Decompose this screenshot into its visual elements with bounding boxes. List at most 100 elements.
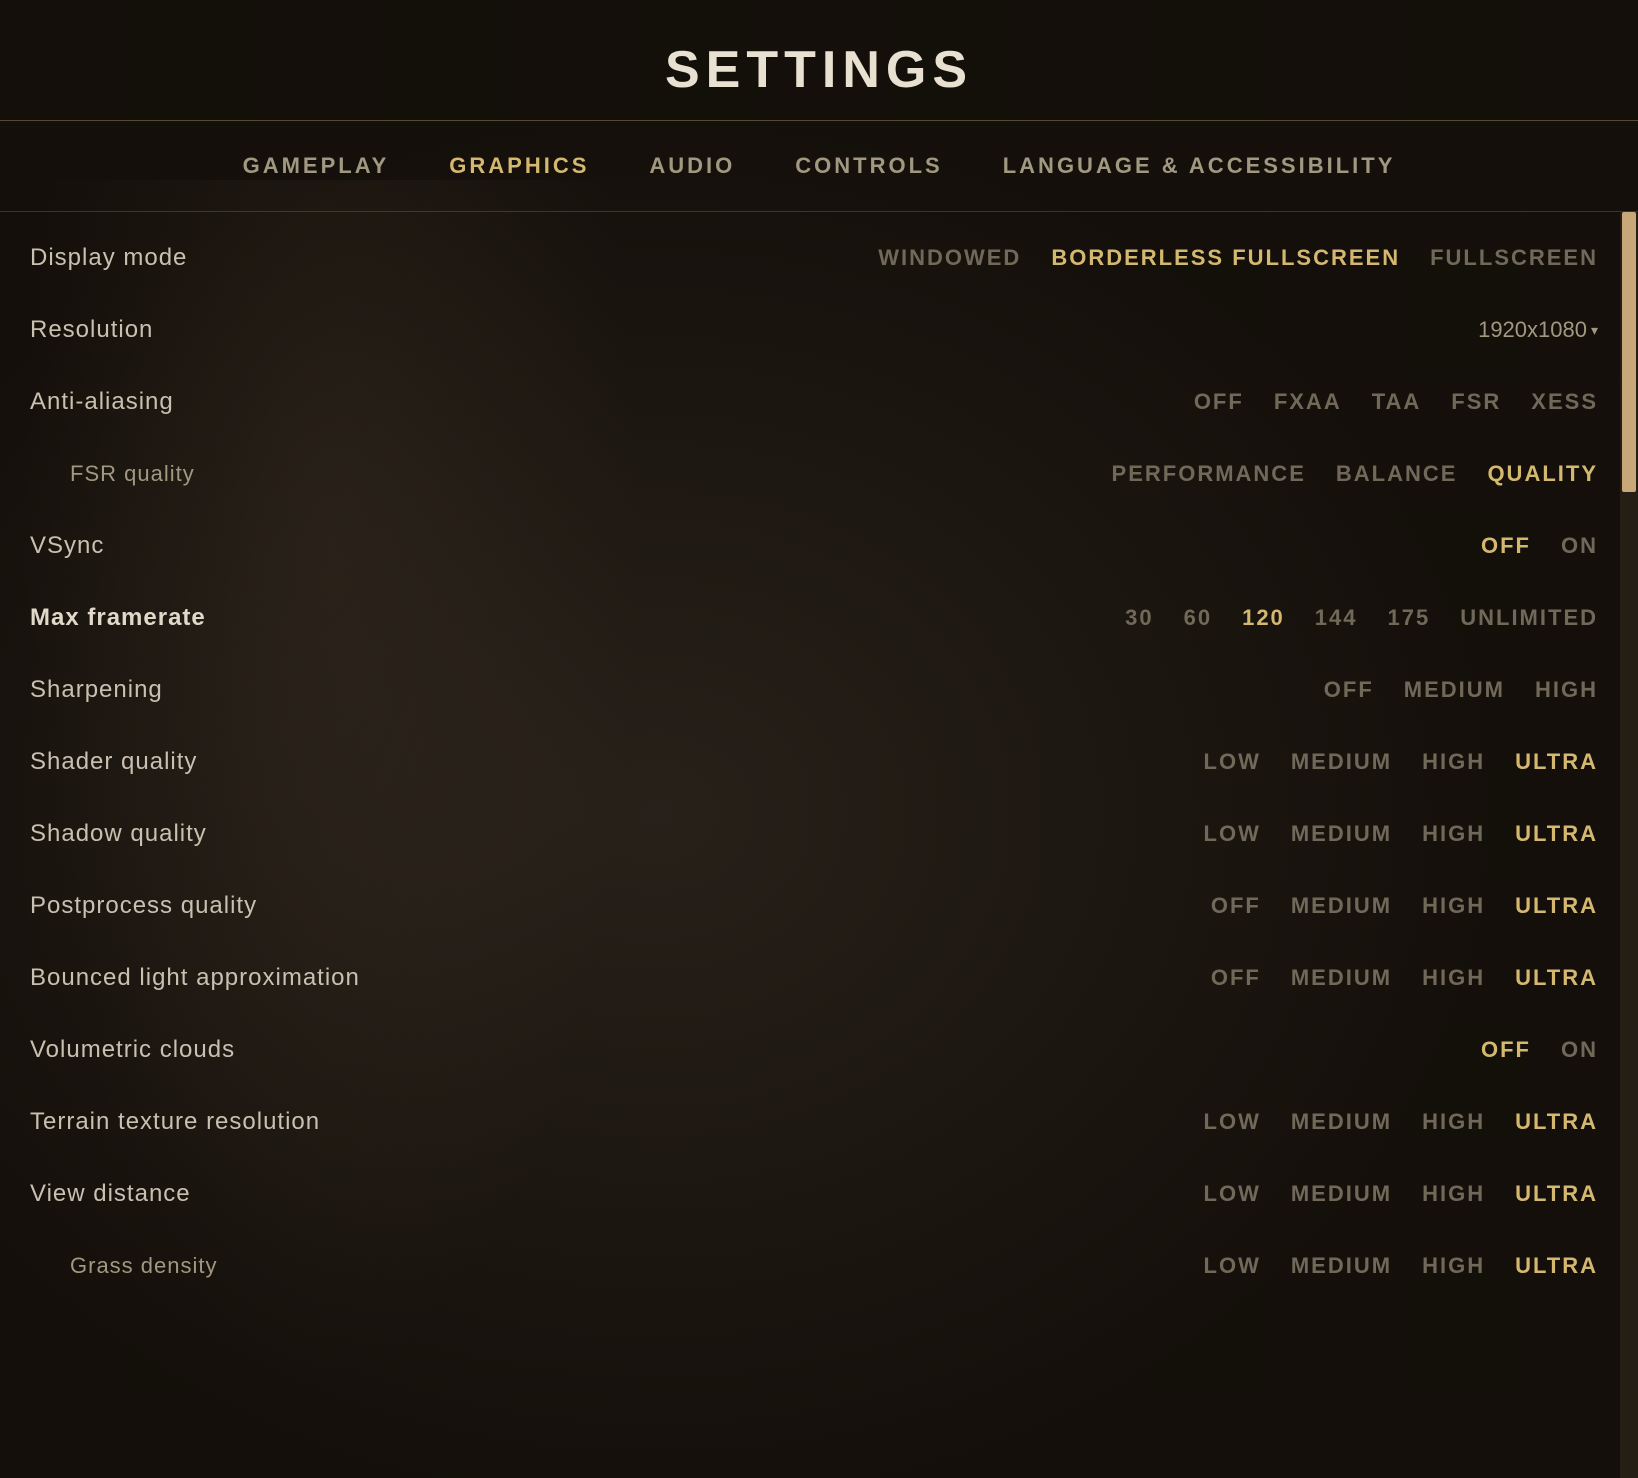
setting-sharpening: Sharpening OFF MEDIUM HIGH (0, 654, 1638, 726)
option-shadow-ultra[interactable]: ULTRA (1515, 821, 1598, 847)
option-bounce-ultra[interactable]: ULTRA (1515, 965, 1598, 991)
tab-graphics[interactable]: GRAPHICS (449, 153, 589, 179)
tab-gameplay[interactable]: GAMEPLAY (243, 153, 390, 179)
label-bounced-light: Bounced light approximation (30, 964, 390, 992)
setting-view-distance: View distance LOW MEDIUM HIGH ULTRA (0, 1158, 1638, 1230)
tab-language[interactable]: LANGUAGE & ACCESSIBILITY (1003, 153, 1396, 179)
option-fps-unlimited[interactable]: UNLIMITED (1460, 605, 1598, 631)
label-shader-quality: Shader quality (30, 748, 390, 776)
option-aa-off[interactable]: OFF (1194, 389, 1244, 415)
label-volumetric-clouds: Volumetric clouds (30, 1036, 390, 1064)
label-postprocess-quality: Postprocess quality (30, 892, 390, 920)
option-clouds-off[interactable]: OFF (1481, 1037, 1531, 1063)
label-shadow-quality: Shadow quality (30, 820, 390, 848)
option-fps-60[interactable]: 60 (1184, 605, 1212, 631)
label-display-mode: Display mode (30, 244, 390, 272)
option-grass-high[interactable]: HIGH (1422, 1253, 1485, 1279)
option-terrain-medium[interactable]: MEDIUM (1291, 1109, 1392, 1135)
setting-vsync: VSync OFF ON (0, 510, 1638, 582)
option-clouds-on[interactable]: ON (1561, 1037, 1598, 1063)
page-title: SETTINGS (0, 40, 1638, 100)
resolution-dropdown[interactable]: 1920x1080 ▾ (1478, 317, 1598, 343)
tab-audio[interactable]: AUDIO (649, 153, 735, 179)
option-fps-120[interactable]: 120 (1242, 605, 1285, 631)
option-shader-low[interactable]: LOW (1204, 749, 1261, 775)
options-postprocess-quality: OFF MEDIUM HIGH ULTRA (1211, 893, 1598, 919)
options-fsr-quality: PERFORMANCE BALANCE QUALITY (1112, 461, 1598, 487)
options-max-framerate: 30 60 120 144 175 UNLIMITED (1125, 605, 1598, 631)
label-fsr-quality: FSR quality (30, 461, 390, 487)
option-shader-high[interactable]: HIGH (1422, 749, 1485, 775)
option-quality[interactable]: QUALITY (1487, 461, 1598, 487)
options-vsync: OFF ON (1481, 533, 1598, 559)
option-sharp-off[interactable]: OFF (1324, 677, 1374, 703)
setting-max-framerate: Max framerate 30 60 120 144 175 UNLIMITE… (0, 582, 1638, 654)
label-max-framerate: Max framerate (30, 604, 390, 632)
option-windowed[interactable]: WINDOWED (878, 245, 1021, 271)
option-sharp-medium[interactable]: MEDIUM (1404, 677, 1505, 703)
options-view-distance: LOW MEDIUM HIGH ULTRA (1204, 1181, 1598, 1207)
option-shadow-low[interactable]: LOW (1204, 821, 1261, 847)
options-anti-aliasing: OFF FXAA TAA FSR XESS (1194, 389, 1598, 415)
option-grass-ultra[interactable]: ULTRA (1515, 1253, 1598, 1279)
setting-bounced-light: Bounced light approximation OFF MEDIUM H… (0, 942, 1638, 1014)
option-terrain-low[interactable]: LOW (1204, 1109, 1261, 1135)
option-view-high[interactable]: HIGH (1422, 1181, 1485, 1207)
label-resolution: Resolution (30, 316, 390, 344)
scrollbar[interactable] (1620, 212, 1638, 1478)
option-view-medium[interactable]: MEDIUM (1291, 1181, 1392, 1207)
option-vsync-on[interactable]: ON (1561, 533, 1598, 559)
label-grass-density: Grass density (30, 1253, 390, 1279)
option-borderless[interactable]: BORDERLESS FULLSCREEN (1051, 245, 1400, 271)
option-fps-144[interactable]: 144 (1315, 605, 1358, 631)
option-performance[interactable]: PERFORMANCE (1112, 461, 1306, 487)
option-xess[interactable]: XESS (1531, 389, 1598, 415)
setting-postprocess-quality: Postprocess quality OFF MEDIUM HIGH ULTR… (0, 870, 1638, 942)
scrollbar-thumb[interactable] (1622, 212, 1636, 492)
label-terrain-texture: Terrain texture resolution (30, 1108, 390, 1136)
option-sharp-high[interactable]: HIGH (1535, 677, 1598, 703)
option-bounce-high[interactable]: HIGH (1422, 965, 1485, 991)
options-volumetric-clouds: OFF ON (1481, 1037, 1598, 1063)
option-shader-ultra[interactable]: ULTRA (1515, 749, 1598, 775)
label-view-distance: View distance (30, 1180, 390, 1208)
option-post-ultra[interactable]: ULTRA (1515, 893, 1598, 919)
resolution-value: 1920x1080 (1478, 317, 1587, 343)
label-sharpening: Sharpening (30, 676, 390, 704)
options-terrain-texture: LOW MEDIUM HIGH ULTRA (1204, 1109, 1598, 1135)
option-shadow-high[interactable]: HIGH (1422, 821, 1485, 847)
dropdown-arrow: ▾ (1591, 322, 1598, 339)
option-fsr[interactable]: FSR (1451, 389, 1501, 415)
nav-tabs: GAMEPLAY GRAPHICS AUDIO CONTROLS LANGUAG… (0, 121, 1638, 212)
label-anti-aliasing: Anti-aliasing (30, 388, 390, 416)
option-view-low[interactable]: LOW (1204, 1181, 1261, 1207)
option-post-medium[interactable]: MEDIUM (1291, 893, 1392, 919)
setting-resolution: Resolution 1920x1080 ▾ (0, 294, 1638, 366)
setting-display-mode: Display mode WINDOWED BORDERLESS FULLSCR… (0, 222, 1638, 294)
option-bounce-off[interactable]: OFF (1211, 965, 1261, 991)
option-bounce-medium[interactable]: MEDIUM (1291, 965, 1392, 991)
option-view-ultra[interactable]: ULTRA (1515, 1181, 1598, 1207)
option-grass-medium[interactable]: MEDIUM (1291, 1253, 1392, 1279)
option-shadow-medium[interactable]: MEDIUM (1291, 821, 1392, 847)
tab-controls[interactable]: CONTROLS (795, 153, 942, 179)
option-post-high[interactable]: HIGH (1422, 893, 1485, 919)
option-terrain-ultra[interactable]: ULTRA (1515, 1109, 1598, 1135)
option-taa[interactable]: TAA (1372, 389, 1422, 415)
option-terrain-high[interactable]: HIGH (1422, 1109, 1485, 1135)
setting-grass-density: Grass density LOW MEDIUM HIGH ULTRA (0, 1230, 1638, 1302)
option-fullscreen[interactable]: FULLSCREEN (1430, 245, 1598, 271)
options-shadow-quality: LOW MEDIUM HIGH ULTRA (1204, 821, 1598, 847)
option-vsync-off[interactable]: OFF (1481, 533, 1531, 559)
option-fxaa[interactable]: FXAA (1274, 389, 1342, 415)
options-shader-quality: LOW MEDIUM HIGH ULTRA (1204, 749, 1598, 775)
option-fps-30[interactable]: 30 (1125, 605, 1153, 631)
option-balance[interactable]: BALANCE (1336, 461, 1458, 487)
option-grass-low[interactable]: LOW (1204, 1253, 1261, 1279)
options-bounced-light: OFF MEDIUM HIGH ULTRA (1211, 965, 1598, 991)
label-vsync: VSync (30, 532, 390, 560)
option-shader-medium[interactable]: MEDIUM (1291, 749, 1392, 775)
setting-shadow-quality: Shadow quality LOW MEDIUM HIGH ULTRA (0, 798, 1638, 870)
option-post-off[interactable]: OFF (1211, 893, 1261, 919)
option-fps-175[interactable]: 175 (1388, 605, 1431, 631)
